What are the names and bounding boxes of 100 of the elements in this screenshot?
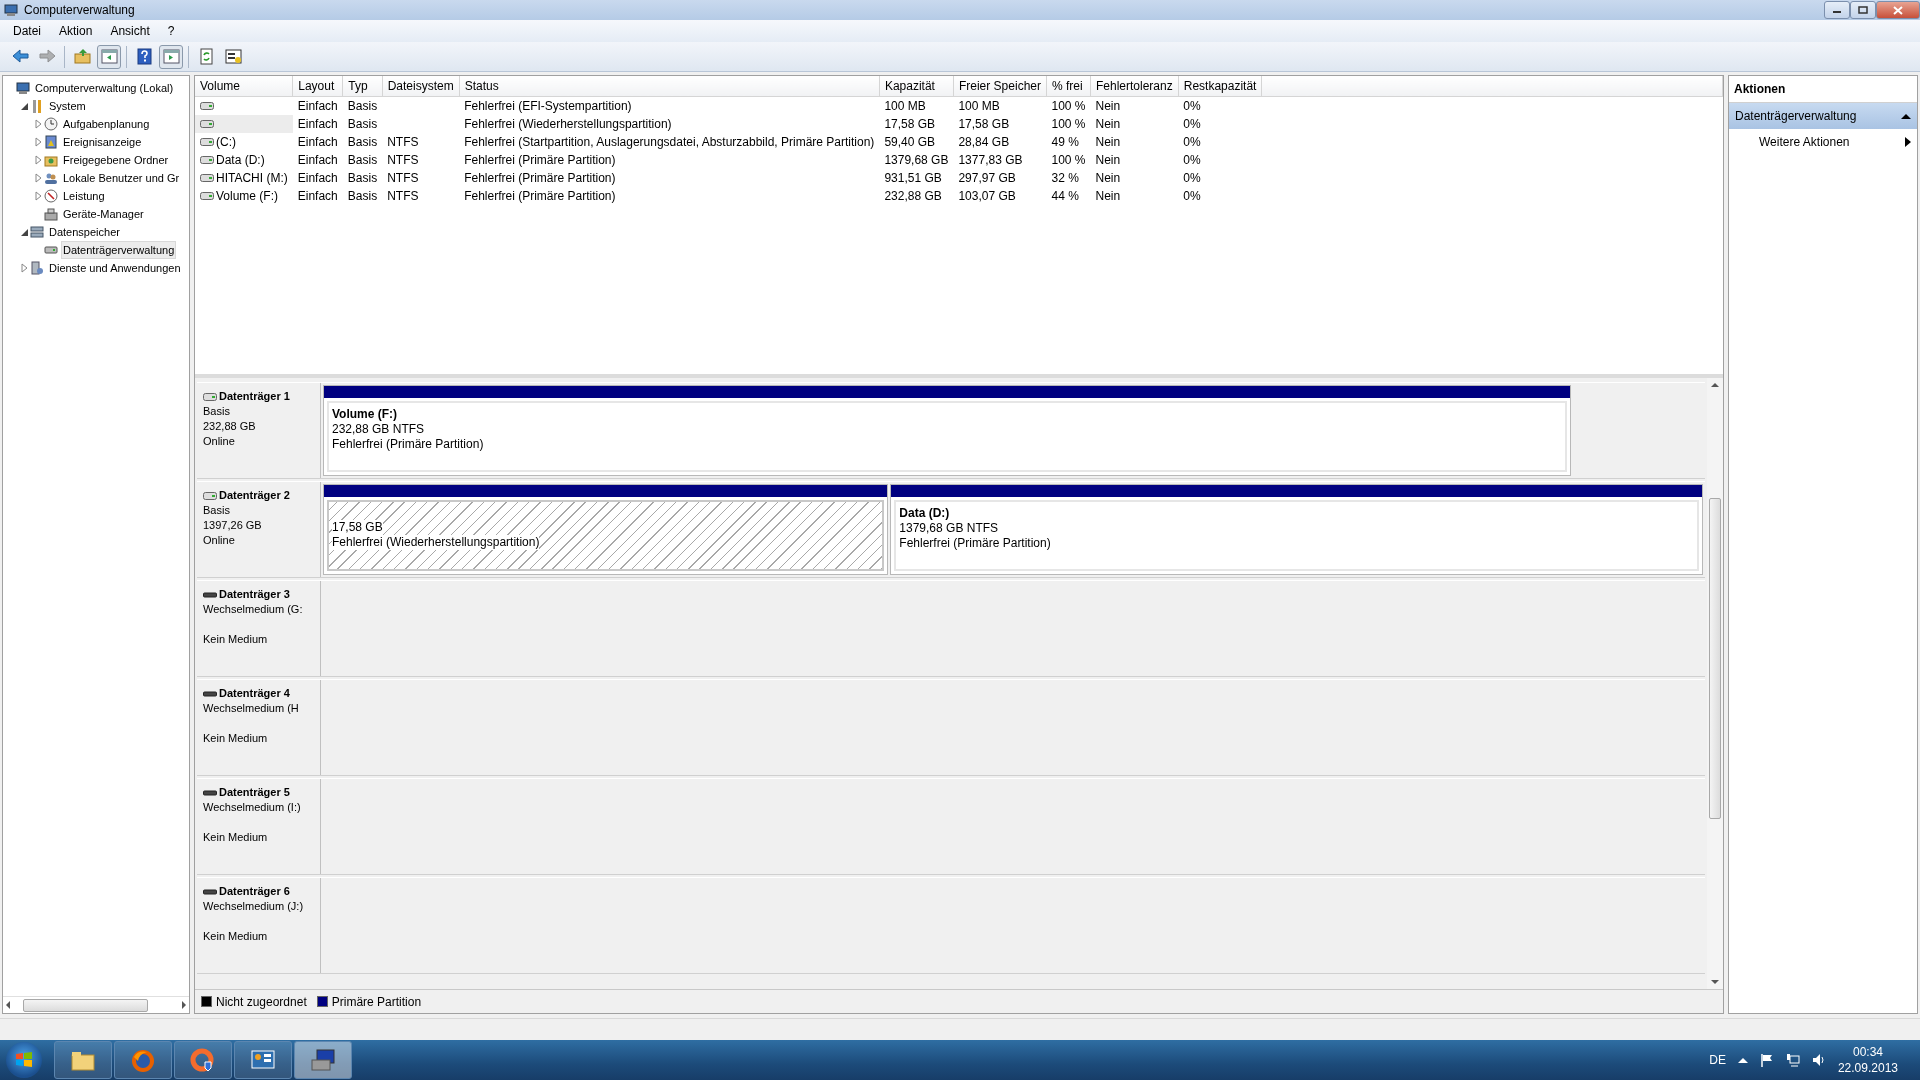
column-header[interactable]: Kapazität xyxy=(879,76,954,97)
table-cell-text: Data (D:) xyxy=(216,152,265,169)
column-header[interactable]: Layout xyxy=(292,76,343,97)
column-header[interactable]: % frei xyxy=(1046,76,1091,97)
disk-type: Wechselmedium (H xyxy=(203,701,299,716)
tree-item[interactable]: Leistung xyxy=(61,186,107,206)
column-header[interactable]: Freier Speicher xyxy=(953,76,1047,97)
table-cell: 0% xyxy=(1183,99,1201,113)
tree-item[interactable]: Datenspeicher xyxy=(47,222,122,242)
disk-type: Wechselmedium (G: xyxy=(203,602,303,617)
table-cell: Basis xyxy=(347,171,378,185)
tree-item[interactable]: Freigegebene Ordner xyxy=(61,150,171,170)
disk-status: Online xyxy=(203,434,235,449)
tree-item[interactable]: Computerverwaltung (Lokal) xyxy=(33,78,176,98)
back-arrow-icon xyxy=(10,47,30,66)
scroll-left-icon[interactable] xyxy=(5,1001,11,1009)
expand-icon[interactable] xyxy=(33,155,43,165)
partition-status: Fehlerfrei (Primäre Partition) xyxy=(332,437,484,452)
taskbar-button[interactable] xyxy=(114,1041,172,1079)
menu-item[interactable]: Datei xyxy=(4,20,50,42)
tree-item[interactable]: Datenträgerverwaltung xyxy=(61,240,177,260)
minimize-button[interactable] xyxy=(1824,1,1850,19)
disk-name: Datenträger 3 xyxy=(219,587,290,602)
close-icon xyxy=(1893,5,1903,15)
table-cell: 17,58 GB xyxy=(958,117,1010,131)
close-button[interactable] xyxy=(1876,1,1920,19)
drive-icon xyxy=(200,120,214,128)
partition-label: Volume (F:) xyxy=(332,407,398,422)
collapse-icon[interactable] xyxy=(19,101,29,111)
partition[interactable]: Data (D:) 1379,68 GB NTFS Fehlerfrei (Primäre Partition) xyxy=(890,484,1703,575)
menu-item[interactable]: ? xyxy=(158,20,184,42)
tree-item[interactable]: Lokale Benutzer und Gr xyxy=(61,168,182,188)
table-cell: 931,51 GB xyxy=(884,171,942,185)
column-header[interactable]: Fehlertoleranz xyxy=(1090,76,1179,97)
flag-icon[interactable] xyxy=(1759,1053,1774,1067)
expand-icon[interactable] xyxy=(33,137,43,147)
tree-item[interactable]: Dienste und Anwendungen xyxy=(47,258,183,278)
tree-item[interactable]: Ereignisanzeige xyxy=(61,132,144,152)
disk-type: Wechselmedium (J:) xyxy=(203,899,304,914)
menu-item[interactable]: Aktion xyxy=(50,20,102,42)
table-cell: 1379,68 GB xyxy=(884,153,949,167)
drive-icon xyxy=(203,491,217,500)
table-cell: NTFS xyxy=(387,153,419,167)
table-cell: NTFS xyxy=(387,171,419,185)
table-cell: 100 % xyxy=(1051,117,1086,131)
taskbar-button[interactable] xyxy=(294,1041,352,1079)
speaker-icon[interactable] xyxy=(1811,1053,1826,1067)
partition-status: Fehlerfrei (Primäre Partition) xyxy=(899,536,1051,551)
partition-label: Data (D:) xyxy=(899,506,950,521)
taskbar-button[interactable] xyxy=(234,1041,292,1079)
partition-size: 17,58 GB xyxy=(332,520,383,535)
disk-name: Datenträger 6 xyxy=(219,884,290,899)
start-button[interactable] xyxy=(6,1042,42,1078)
drive-icon xyxy=(200,138,214,146)
table-cell: Einfach xyxy=(297,135,338,149)
taskbar-button[interactable] xyxy=(54,1041,112,1079)
scroll-down-icon[interactable] xyxy=(1711,979,1719,985)
pane-icon xyxy=(161,47,181,66)
actions-section[interactable]: Datenträgerverwaltung xyxy=(1729,103,1917,129)
maximize-button[interactable] xyxy=(1850,1,1876,19)
tree-item[interactable]: System xyxy=(47,96,88,116)
tree-item[interactable]: Geräte-Manager xyxy=(61,204,146,224)
table-cell: Einfach xyxy=(297,99,338,113)
scrollbar-thumb[interactable] xyxy=(23,998,148,1012)
expand-icon[interactable] xyxy=(19,263,29,273)
disk-name: Datenträger 2 xyxy=(219,488,290,503)
show-hidden-icons-icon[interactable] xyxy=(1737,1057,1748,1063)
disk-name: Datenträger 5 xyxy=(219,785,290,800)
partition[interactable]: 17,58 GB Fehlerfrei (Wiederherstellungspartition) xyxy=(323,484,889,575)
scroll-right-icon[interactable] xyxy=(181,1001,187,1009)
language-indicator[interactable]: DE xyxy=(1709,1051,1726,1069)
clock[interactable]: 00:34 22.09.2013 xyxy=(1837,1044,1898,1076)
column-header[interactable]: Status xyxy=(459,76,880,97)
partition[interactable]: Volume (F:) 232,88 GB NTFS Fehlerfrei (Primäre Partition) xyxy=(323,385,1571,476)
disk-size: 232,88 GB xyxy=(203,419,256,434)
collapse-icon[interactable] xyxy=(19,227,29,237)
table-cell: 100 MB xyxy=(958,99,1000,113)
scroll-up-icon[interactable] xyxy=(1711,382,1719,388)
table-cell-text: (C:) xyxy=(216,134,236,151)
expand-icon[interactable] xyxy=(33,191,43,201)
column-header[interactable]: Volume xyxy=(195,76,293,97)
pane-icon xyxy=(99,47,119,66)
disk-name: Datenträger 1 xyxy=(219,389,290,404)
drive-icon xyxy=(200,156,214,164)
computer-icon xyxy=(4,3,18,17)
scrollbar-thumb[interactable] xyxy=(1709,498,1721,819)
network-icon[interactable] xyxy=(1785,1053,1800,1067)
folder-icon xyxy=(72,47,92,66)
column-header[interactable]: Typ xyxy=(342,76,383,97)
table-cell: Basis xyxy=(347,153,378,167)
column-header[interactable]: Dateisystem xyxy=(382,76,460,97)
tree-item[interactable]: Aufgabenplanung xyxy=(61,114,152,134)
taskbar-button[interactable] xyxy=(174,1041,232,1079)
menu-item[interactable]: Ansicht xyxy=(101,20,159,42)
table-cell: 49 % xyxy=(1051,135,1079,149)
expand-icon[interactable] xyxy=(33,173,43,183)
column-header[interactable]: Restkapazität xyxy=(1178,76,1262,97)
expand-icon[interactable] xyxy=(33,119,43,129)
globe-icon xyxy=(129,1047,157,1073)
table-cell: 297,97 GB xyxy=(958,171,1016,185)
